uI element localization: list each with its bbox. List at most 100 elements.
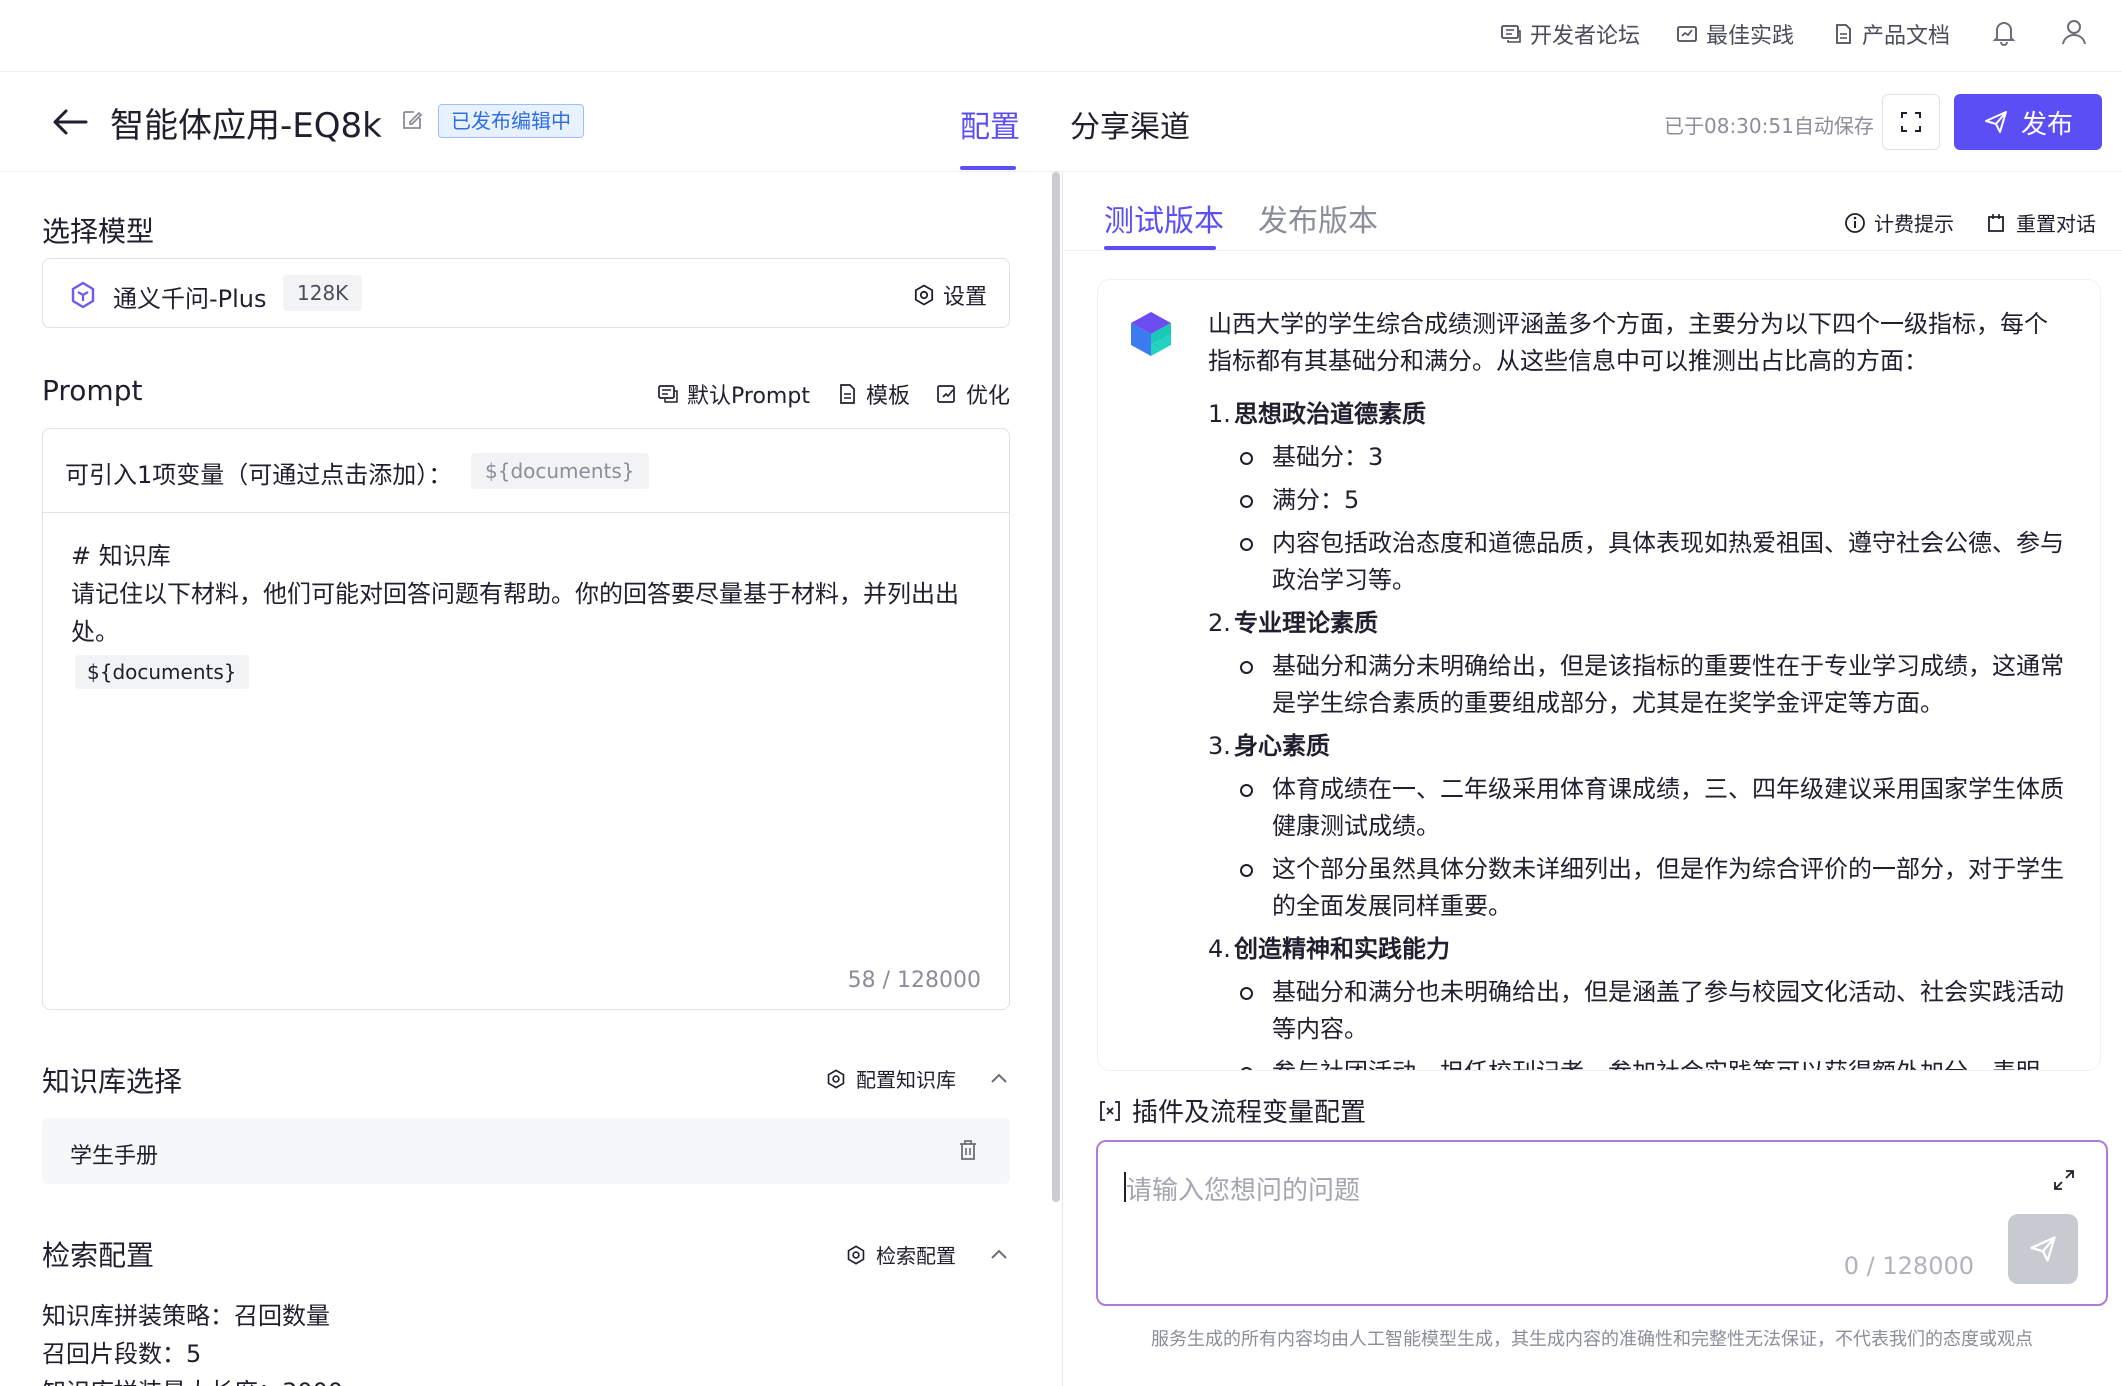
bot-avatar-icon	[1131, 312, 1171, 356]
fullscreen-button[interactable]	[1882, 94, 1940, 150]
info-icon	[1845, 212, 1865, 233]
plugin-config-label: 插件及流程变量配置	[1132, 1098, 1367, 1128]
item-number: 1.	[1208, 400, 1231, 428]
model-settings-button[interactable]: 设置	[913, 279, 987, 311]
product-docs-label: 产品文档	[1862, 24, 1951, 49]
chevron-up-icon[interactable]	[988, 1068, 1010, 1090]
settings-icon	[847, 1244, 865, 1265]
bullet: 基础分和满分也未明确给出，但是涵盖了参与校园文化活动、社会实践活动等内容。	[1238, 974, 2068, 1048]
document-icon	[1836, 24, 1851, 44]
right-tab-divider	[1062, 250, 2122, 251]
template-button[interactable]: 模板	[836, 378, 910, 410]
send-plane-icon	[1984, 111, 2007, 133]
bell-icon[interactable]	[1988, 16, 2020, 48]
variable-hint: 可引入1项变量（可通过点击添加）：	[65, 461, 453, 489]
status-badge: 已发布编辑中	[438, 104, 584, 138]
billing-hint-label: 计费提示	[1874, 212, 1954, 236]
prompt-line: # 知识库	[71, 542, 171, 570]
model-context-badge: 128K	[283, 275, 363, 311]
active-tab-indicator	[960, 166, 1016, 170]
user-avatar-icon[interactable]	[2058, 16, 2090, 48]
bullet: 基础分：3	[1238, 439, 2068, 476]
tab-config[interactable]: 配置	[960, 102, 1020, 146]
item-title: 专业理论素质	[1234, 609, 1378, 637]
bullet: 这个部分虽然具体分数未详细列出，但是作为综合评价的一部分，对于学生的全面发展同样…	[1238, 851, 2068, 925]
list-item: 1. 思想政治道德素质 基础分：3 满分：5 内容包括政治态度和道德品质，具体表现…	[1208, 396, 2068, 599]
prompt-text[interactable]: # 知识库 请记住以下材料，他们可能对回答问题有帮助。你的回答要尽量基于材料，并…	[71, 537, 991, 690]
retrieval-count: 召回片段数：5	[42, 1340, 202, 1368]
optimize-icon	[937, 385, 955, 403]
developer-forum-label: 开发者论坛	[1530, 24, 1641, 49]
developer-forum-link[interactable]: 开发者论坛	[1500, 18, 1640, 50]
app-title: 智能体应用-EQ8k	[110, 106, 382, 146]
product-docs-link[interactable]: 产品文档	[1832, 18, 1950, 50]
message-intro: 山西大学的学生综合成绩测评涵盖多个方面，主要分为以下四个一级指标，每个指标都有其…	[1208, 310, 2048, 375]
app-header: 智能体应用-EQ8k 已发布编辑中 配置 分享渠道 已于08:30:51自动保存…	[0, 72, 2122, 172]
top-nav: 开发者论坛 最佳实践 产品文档	[0, 0, 2122, 72]
settings-icon	[827, 1068, 845, 1089]
prompt-editor[interactable]: 可引入1项变量（可通过点击添加）： ${documents} # 知识库 请记住…	[42, 428, 1010, 1010]
left-scrollbar[interactable]	[1052, 172, 1060, 1202]
chat-input[interactable]: 请输入您想问的问题 0 / 128000	[1096, 1140, 2108, 1306]
item-number: 3.	[1208, 732, 1231, 760]
template-icon	[840, 384, 855, 404]
retrieval-config-button[interactable]: 检索配置	[846, 1240, 1010, 1269]
config-panel: 选择模型 通义千问-Plus 128K 设置 Prompt 默认Prompt 模…	[0, 172, 1050, 1386]
bullet: 体育成绩在一、二年级采用体育课成绩，三、四年级建议采用国家学生体质健康测试成绩。	[1238, 771, 2068, 845]
back-arrow-icon[interactable]	[50, 102, 90, 142]
variable-bracket-icon	[1100, 1100, 1120, 1121]
tab-published-version[interactable]: 发布版本	[1258, 196, 1378, 240]
list-item: 3. 身心素质 体育成绩在一、二年级采用体育课成绩，三、四年级建议采用国家学生体质…	[1208, 728, 2068, 925]
item-number: 4.	[1208, 935, 1231, 963]
prompt-line: 请记住以下材料，他们可能对回答问题有帮助。你的回答要尽量基于材料，并列出出处。	[71, 580, 959, 646]
item-title: 创造精神和实践能力	[1234, 935, 1450, 963]
send-button[interactable]	[2008, 1214, 2078, 1284]
kb-item-name: 学生手册	[70, 1144, 159, 1169]
fullscreen-icon	[1901, 112, 1921, 132]
optimize-label: 优化	[965, 384, 1010, 409]
default-prompt-button[interactable]: 默认Prompt	[657, 378, 810, 410]
retrieval-strategy: 知识库拼装策略：召回数量	[42, 1302, 330, 1330]
autosave-status: 已于08:30:51自动保存	[1664, 114, 1874, 138]
chat-messages[interactable]: 山西大学的学生综合成绩测评涵盖多个方面，主要分为以下四个一级指标，每个指标都有其…	[1098, 280, 2100, 1070]
billing-hint-button[interactable]: 计费提示	[1844, 208, 1954, 237]
retrieval-config-label: 检索配置	[876, 1244, 956, 1268]
send-plane-icon	[2030, 1236, 2056, 1262]
reset-chat-button[interactable]: 重置对话	[1986, 208, 2096, 237]
optimize-button[interactable]: 优化	[936, 378, 1010, 410]
item-number: 2.	[1208, 609, 1231, 637]
expand-icon[interactable]	[2052, 1168, 2076, 1192]
qwen-model-icon	[71, 281, 95, 309]
chat-input-count: 0 / 128000	[1843, 1252, 1974, 1280]
prompt-section-title: Prompt	[42, 374, 143, 407]
panel-divider	[1062, 172, 1063, 1386]
reset-chat-icon	[1988, 213, 2004, 232]
item-title: 身心素质	[1234, 732, 1330, 760]
kb-item: 学生手册	[42, 1118, 1010, 1184]
chat-input-placeholder: 请输入您想问的问题	[1126, 1176, 1361, 1206]
forum-icon	[1501, 25, 1521, 43]
documents-variable-chip[interactable]: ${documents}	[471, 453, 649, 489]
model-section-title: 选择模型	[42, 215, 155, 248]
plugin-variable-config[interactable]: 插件及流程变量配置	[1098, 1092, 1366, 1129]
settings-icon	[914, 284, 934, 306]
edit-title-icon[interactable]	[400, 108, 424, 132]
bullet: 参与社团活动、担任校刊记者、参加社会实践等可以获得额外加分，表明	[1238, 1054, 2068, 1070]
publish-button[interactable]: 发布	[1954, 94, 2102, 150]
retrieval-max-length: 知识库拼装最大长度：3000	[42, 1372, 343, 1386]
tab-test-version[interactable]: 测试版本	[1104, 196, 1224, 240]
chevron-up-icon[interactable]	[988, 1244, 1010, 1266]
tab-share-channels[interactable]: 分享渠道	[1070, 102, 1190, 146]
default-prompt-icon	[658, 385, 678, 403]
bullet: 满分：5	[1238, 482, 2068, 519]
list-item: 2. 专业理论素质 基础分和满分未明确给出，但是该指标的重要性在于专业学习成绩，这…	[1208, 605, 2068, 722]
template-label: 模板	[865, 384, 910, 409]
model-selector[interactable]: 通义千问-Plus 128K 设置	[42, 258, 1010, 328]
reset-chat-label: 重置对话	[2016, 212, 2096, 236]
publish-label: 发布	[2020, 109, 2073, 140]
message-list: 1. 思想政治道德素质 基础分：3 满分：5 内容包括政治态度和道德品质，具体表现…	[1208, 396, 2068, 1070]
trash-icon[interactable]	[956, 1138, 980, 1162]
best-practice-icon	[1677, 26, 1697, 42]
best-practice-link[interactable]: 最佳实践	[1676, 18, 1794, 50]
kb-config-button[interactable]: 配置知识库	[826, 1064, 1010, 1093]
